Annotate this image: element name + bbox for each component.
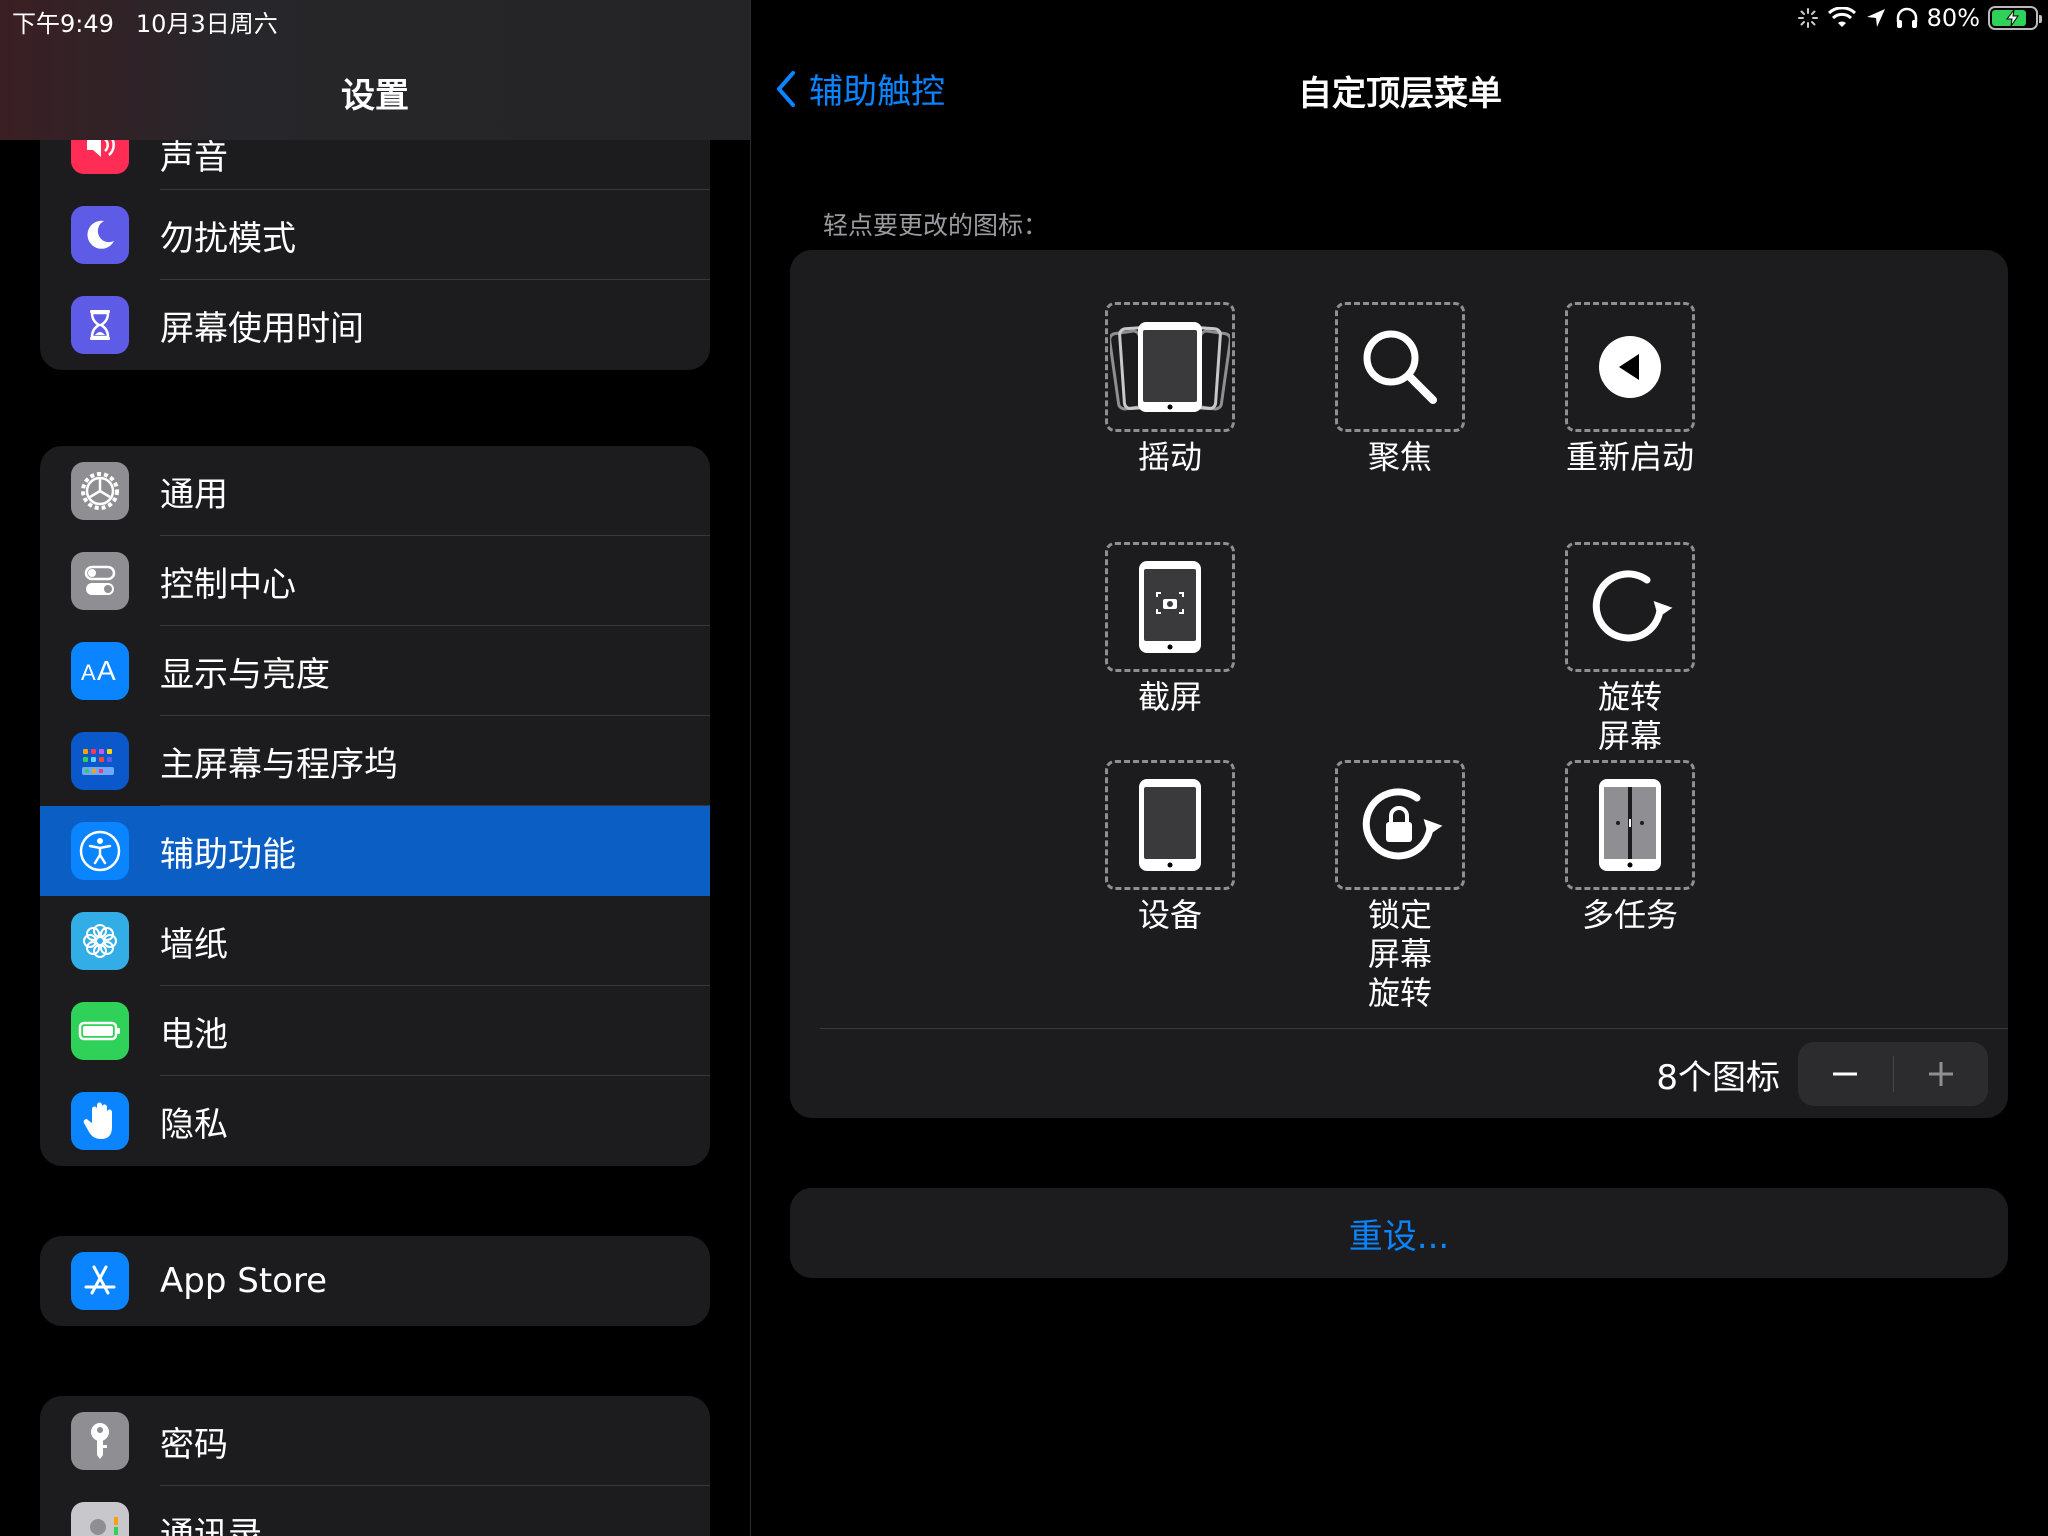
sidebar-item-label: 墙纸 [160, 924, 228, 965]
battery-icon [71, 1002, 129, 1060]
icon-count-label: 8个图标 [1656, 1058, 1780, 1098]
menu-tile-shake[interactable]: 摇动 [1105, 302, 1235, 477]
menu-tile-zoom[interactable]: 聚焦 [1335, 302, 1465, 477]
icon-count-stepper [1798, 1042, 1988, 1106]
menu-tile-lock-rotation[interactable]: 锁定 屏幕 旋转 [1335, 760, 1465, 1013]
settings-sidebar: 声音 勿扰模式 屏幕使用时间 通用 控制中心 A A 显示与亮度 主屏幕与程序坞… [0, 0, 750, 1536]
sidebar-item-label: App Store [160, 1261, 328, 1301]
home-grid-icon [71, 732, 129, 790]
device-icon [1139, 779, 1201, 871]
tile-label: 设备 [1137, 896, 1202, 934]
sidebar-item-privacy[interactable]: 隐私 [40, 1076, 710, 1166]
status-bar-left: 下午9:49 10月3日周六 [12, 4, 278, 39]
increase-button[interactable] [1894, 1042, 1989, 1106]
instruction-text: 轻点要更改的图标： [823, 211, 1049, 240]
menu-tile-rotate-screen[interactable]: 旋转 屏幕 [1565, 542, 1695, 756]
tile-label: 截屏 [1137, 678, 1202, 716]
sidebar-item-label: 通用 [160, 474, 228, 515]
settings-group-1: 声音 勿扰模式 屏幕使用时间 [40, 110, 710, 370]
menu-tile-device[interactable]: 设备 [1105, 760, 1235, 935]
sidebar-item-label: 显示与亮度 [160, 654, 330, 695]
sidebar-item-accessibility[interactable]: 辅助功能 [40, 806, 710, 896]
sidebar-item-label: 屏幕使用时间 [160, 308, 364, 349]
page-title: 自定顶层菜单 [1298, 74, 1502, 114]
plus-icon [1928, 1062, 1953, 1086]
menu-tile-screenshot[interactable]: 截屏 [1105, 542, 1235, 717]
status-bar-right: 80% [1797, 4, 2042, 32]
reset-button[interactable]: 重设... [790, 1188, 2008, 1278]
rotate-icon [1592, 570, 1673, 642]
sidebar-item-passwords[interactable]: 密码 [40, 1396, 710, 1486]
tile-label: 聚焦 [1367, 438, 1432, 476]
minus-icon [1833, 1072, 1858, 1076]
app-store-icon [71, 1252, 129, 1310]
toggles-icon [71, 552, 129, 610]
moon-icon [71, 206, 129, 264]
contacts-icon [71, 1502, 129, 1536]
sidebar-item-label: 密码 [160, 1424, 228, 1465]
battery-indicator-icon [1988, 6, 2042, 30]
status-date: 10月3日周六 [135, 10, 278, 38]
accessibility-icon [71, 822, 129, 880]
sidebar-item-label: 隐私 [160, 1104, 228, 1145]
headphones-icon [1895, 7, 1919, 29]
sidebar-item-screen-time[interactable]: 屏幕使用时间 [40, 280, 710, 370]
sidebar-item-do-not-disturb[interactable]: 勿扰模式 [40, 190, 710, 280]
multitask-icon [1599, 779, 1661, 871]
sidebar-item-label: 电池 [160, 1014, 228, 1055]
menu-tile-multitask[interactable]: 多任务 [1565, 760, 1695, 935]
tile-label: 锁定 屏幕 旋转 [1367, 896, 1432, 1012]
sidebar-item-app-store[interactable]: App Store [40, 1236, 710, 1326]
sidebar-item-wallpaper[interactable]: 墙纸 [40, 896, 710, 986]
tile-label: 摇动 [1137, 438, 1202, 476]
sidebar-item-label: 辅助功能 [160, 834, 296, 875]
menu-editor-card: 摇动 聚焦 重新启动 截屏 旋转 屏幕 设备 锁定 屏幕 旋转 多任务 8个图标 [790, 250, 2008, 1118]
sidebar-item-contacts[interactable]: 通讯录 [40, 1486, 710, 1536]
settings-group-4: 密码 通讯录 [40, 1396, 710, 1536]
settings-group-3: App Store [40, 1236, 710, 1326]
tile-label: 多任务 [1581, 896, 1678, 934]
shake-icon [1110, 322, 1230, 412]
menu-tile-restart[interactable]: 重新启动 [1565, 302, 1695, 477]
svg-text:A: A [97, 655, 116, 686]
activity-icon [1797, 7, 1819, 29]
gear-icon [71, 462, 129, 520]
sidebar-item-control-center[interactable]: 控制中心 [40, 536, 710, 626]
restart-icon [1599, 336, 1661, 398]
sidebar-item-general[interactable]: 通用 [40, 446, 710, 536]
hand-icon [71, 1092, 129, 1150]
status-time: 下午9:49 [12, 10, 114, 38]
wifi-icon [1827, 7, 1857, 29]
sidebar-item-label: 主屏幕与程序坞 [160, 744, 398, 785]
battery-percent: 80% [1926, 4, 1980, 32]
magnifier-icon [1363, 330, 1437, 404]
svg-text:A: A [81, 660, 96, 685]
flower-icon [71, 912, 129, 970]
hourglass-icon [71, 296, 129, 354]
sidebar-item-label: 通讯录 [160, 1514, 262, 1536]
screenshot-icon [1139, 561, 1201, 653]
sidebar-title: 设置 [341, 76, 409, 116]
sidebar-item-display-brightness[interactable]: AA 显示与亮度 [40, 626, 710, 716]
sidebar-item-home-screen-dock[interactable]: 主屏幕与程序坞 [40, 716, 710, 806]
settings-group-2: 通用 控制中心 AA 显示与亮度 主屏幕与程序坞 辅助功能 墙纸 电池 隐私 [40, 446, 710, 1166]
tile-label: 重新启动 [1565, 438, 1694, 476]
sidebar-item-label: 控制中心 [160, 564, 296, 605]
lock-rotation-icon [1362, 788, 1443, 860]
tile-label: 旋转 屏幕 [1597, 678, 1662, 755]
sidebar-item-battery[interactable]: 电池 [40, 986, 710, 1076]
location-icon [1865, 7, 1887, 29]
decrease-button[interactable] [1798, 1042, 1893, 1106]
sidebar-item-label: 勿扰模式 [160, 218, 296, 259]
text-size-icon: AA [71, 642, 129, 700]
key-icon [71, 1412, 129, 1470]
